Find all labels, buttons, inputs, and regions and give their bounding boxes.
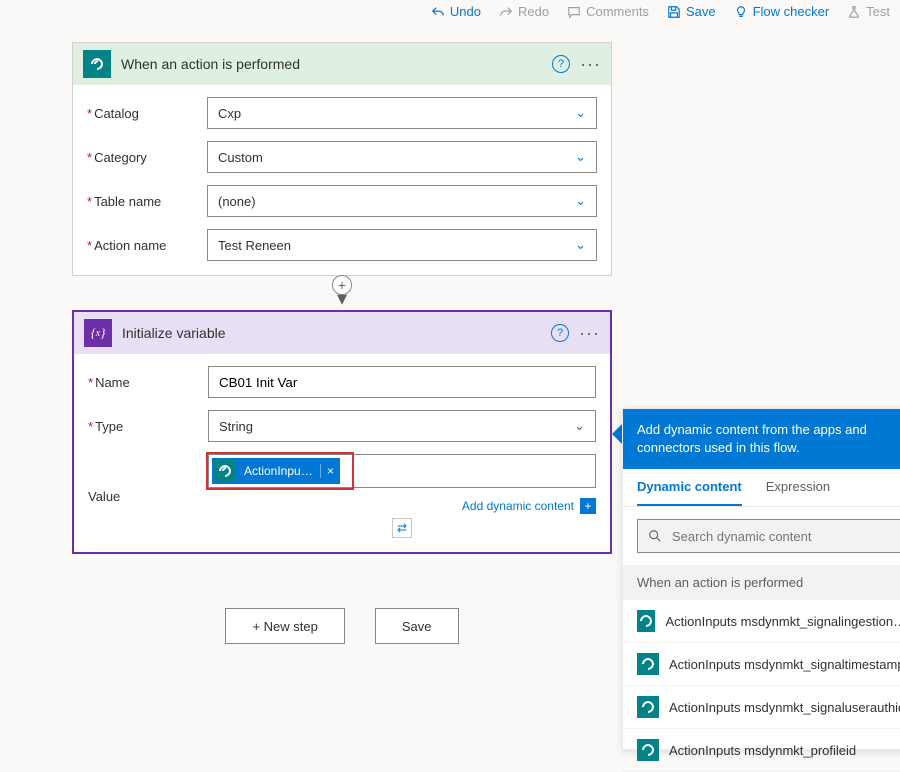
comments-icon bbox=[567, 5, 581, 19]
dynamic-content-panel: Add dynamic content from the apps and co… bbox=[622, 408, 900, 750]
test-button[interactable]: Test bbox=[847, 4, 890, 19]
dynamic-token[interactable]: ActionInputs m... × bbox=[212, 458, 340, 484]
test-label: Test bbox=[866, 4, 890, 19]
token-remove-button[interactable]: × bbox=[320, 464, 340, 478]
catalog-dropdown[interactable]: Cxp ⌄ bbox=[207, 97, 597, 129]
table-dropdown[interactable]: (none) ⌄ bbox=[207, 185, 597, 217]
comments-button[interactable]: Comments bbox=[567, 4, 649, 19]
dc-search-input[interactable] bbox=[672, 529, 896, 544]
actionname-dropdown[interactable]: Test Reneen ⌄ bbox=[207, 229, 597, 261]
redo-icon bbox=[499, 5, 513, 19]
tab-dynamic-content[interactable]: Dynamic content bbox=[637, 479, 742, 506]
action-card[interactable]: {x} Initialize variable ? ··· *Name *Typ… bbox=[72, 310, 612, 554]
undo-button[interactable]: Undo bbox=[431, 4, 481, 19]
dc-item-label: ActionInputs msdynmkt_signalingestiontim… bbox=[665, 614, 900, 629]
insert-step-button[interactable]: + bbox=[332, 275, 352, 295]
plus-icon: + bbox=[580, 498, 596, 514]
dc-item[interactable]: ActionInputs msdynmkt_profileid bbox=[623, 729, 900, 772]
help-icon[interactable]: ? bbox=[551, 324, 569, 342]
connector: + ▾ bbox=[72, 276, 612, 310]
undo-icon bbox=[431, 5, 445, 19]
actionname-label: *Action name bbox=[87, 238, 207, 253]
command-bar: Undo Redo Comments Save Flow checker Tes… bbox=[431, 4, 890, 19]
redo-label: Redo bbox=[518, 4, 549, 19]
action-card-body: *Name *Type String ⌄ Value ActionInputs m… bbox=[74, 354, 610, 552]
more-icon[interactable]: ··· bbox=[580, 54, 601, 75]
flow-checker-icon bbox=[734, 5, 748, 19]
save-label: Save bbox=[686, 4, 716, 19]
add-dynamic-label: Add dynamic content bbox=[462, 499, 574, 513]
dc-banner: Add dynamic content from the apps and co… bbox=[623, 409, 900, 469]
add-dynamic-content-link[interactable]: Add dynamic content + bbox=[208, 498, 596, 514]
value-label: Value bbox=[88, 489, 208, 504]
name-input[interactable] bbox=[208, 366, 596, 398]
arrow-down-icon: ▾ bbox=[337, 294, 347, 304]
type-label: *Type bbox=[88, 419, 208, 434]
category-value: Custom bbox=[218, 150, 263, 165]
dataverse-icon bbox=[637, 610, 655, 632]
dc-item-label: ActionInputs msdynmkt_signaltimestamp bbox=[669, 657, 900, 672]
dataverse-icon bbox=[83, 50, 111, 78]
token-label: ActionInputs m... bbox=[238, 464, 320, 478]
new-step-button[interactable]: + New step bbox=[225, 608, 344, 644]
trigger-card-header[interactable]: When an action is performed ? ··· bbox=[73, 43, 611, 85]
category-dropdown[interactable]: Custom ⌄ bbox=[207, 141, 597, 173]
trigger-card[interactable]: When an action is performed ? ··· *Catal… bbox=[72, 42, 612, 276]
redo-button[interactable]: Redo bbox=[499, 4, 549, 19]
table-label: *Table name bbox=[87, 194, 207, 209]
flow-checker-label: Flow checker bbox=[753, 4, 830, 19]
test-icon bbox=[847, 5, 861, 19]
tab-expression[interactable]: Expression bbox=[766, 479, 830, 506]
trigger-card-body: *Catalog Cxp ⌄ *Category Custom ⌄ *Table n… bbox=[73, 85, 611, 275]
save-button[interactable]: Save bbox=[667, 4, 716, 19]
action-title: Initialize variable bbox=[122, 325, 551, 341]
trigger-title: When an action is performed bbox=[121, 56, 552, 72]
action-card-header[interactable]: {x} Initialize variable ? ··· bbox=[74, 312, 610, 354]
table-value: (none) bbox=[218, 194, 256, 209]
dc-section-header: When an action is performed bbox=[623, 565, 900, 600]
dc-tabs: Dynamic content Expression bbox=[623, 469, 900, 507]
help-icon[interactable]: ? bbox=[552, 55, 570, 73]
chevron-down-icon: ⌄ bbox=[575, 105, 586, 121]
chevron-down-icon: ⌄ bbox=[575, 237, 586, 253]
dc-item[interactable]: ActionInputs msdynmkt_signaltimestamp bbox=[623, 643, 900, 686]
search-icon bbox=[648, 529, 662, 543]
comments-label: Comments bbox=[586, 4, 649, 19]
type-value: String bbox=[219, 419, 253, 434]
variable-icon: {x} bbox=[84, 319, 112, 347]
token-picker-marker[interactable]: ⇄ bbox=[392, 518, 412, 538]
flow-checker-button[interactable]: Flow checker bbox=[734, 4, 830, 19]
dataverse-icon bbox=[214, 460, 236, 482]
dataverse-icon bbox=[637, 653, 659, 675]
more-icon[interactable]: ··· bbox=[579, 323, 600, 344]
catalog-value: Cxp bbox=[218, 106, 241, 121]
chevron-down-icon: ⌄ bbox=[575, 193, 586, 209]
dc-item-label: ActionInputs msdynmkt_signaluserauthid bbox=[669, 700, 900, 715]
dc-search[interactable] bbox=[637, 519, 900, 553]
name-label: *Name bbox=[88, 375, 208, 390]
flow-canvas: When an action is performed ? ··· *Catal… bbox=[72, 42, 612, 644]
dc-item[interactable]: ActionInputs msdynmkt_signalingestiontim… bbox=[623, 600, 900, 643]
category-label: *Category bbox=[87, 150, 207, 165]
undo-label: Undo bbox=[450, 4, 481, 19]
chevron-down-icon: ⌄ bbox=[574, 418, 585, 434]
value-input[interactable]: ActionInputs m... × bbox=[208, 454, 596, 488]
catalog-label: *Catalog bbox=[87, 106, 207, 121]
dc-item-label: ActionInputs msdynmkt_profileid bbox=[669, 743, 856, 758]
dataverse-icon bbox=[637, 696, 659, 718]
footer-buttons: + New step Save bbox=[72, 608, 612, 644]
actionname-value: Test Reneen bbox=[218, 238, 291, 253]
save-icon bbox=[667, 5, 681, 19]
dataverse-icon bbox=[637, 739, 659, 761]
callout-arrow-icon bbox=[612, 424, 622, 444]
chevron-down-icon: ⌄ bbox=[575, 149, 586, 165]
type-dropdown[interactable]: String ⌄ bbox=[208, 410, 596, 442]
dc-item[interactable]: ActionInputs msdynmkt_signaluserauthid bbox=[623, 686, 900, 729]
footer-save-button[interactable]: Save bbox=[375, 608, 459, 644]
